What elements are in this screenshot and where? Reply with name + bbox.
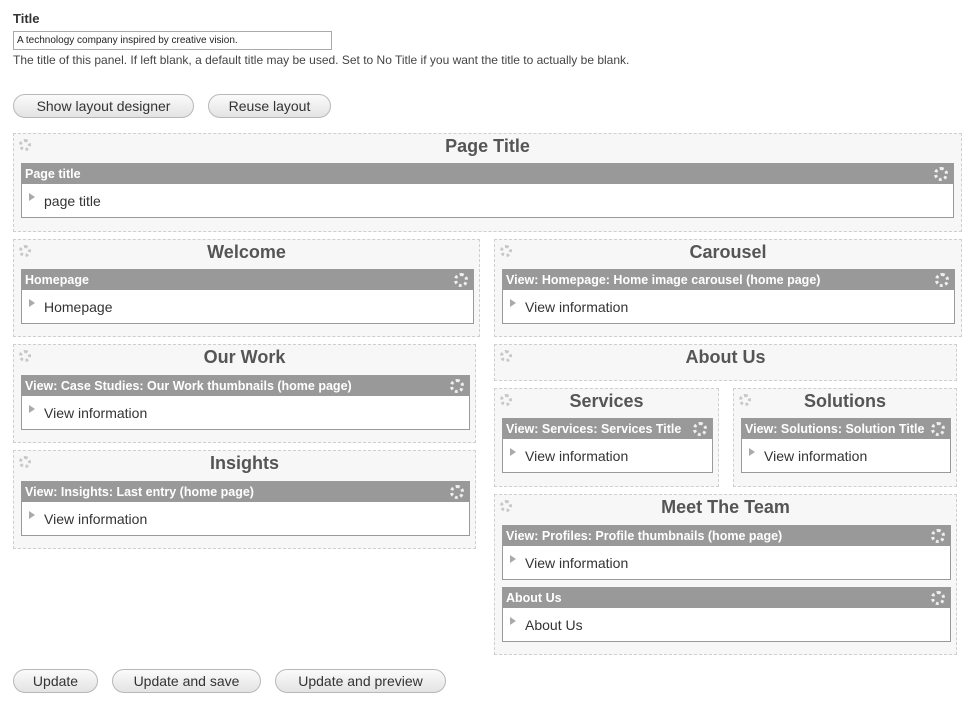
pane-body-text: View information <box>764 448 868 464</box>
region-insights: Insights View: Insights: Last entry (hom… <box>13 450 476 549</box>
reuse-layout-button[interactable]: Reuse layout <box>208 94 331 118</box>
title-label: Title <box>13 11 40 26</box>
pane-header: View: Services: Services Title <box>503 419 712 439</box>
pane-profiles-view: View: Profiles: Profile thumbnails (home… <box>502 525 951 580</box>
region-gear-icon[interactable] <box>19 245 31 257</box>
region-gear-icon[interactable] <box>500 394 512 406</box>
region-our-work: Our Work View: Case Studies: Our Work th… <box>13 344 476 443</box>
region-carousel: Carousel View: Homepage: Home image caro… <box>494 239 962 337</box>
region-gear-icon[interactable] <box>19 456 31 468</box>
region-title: Solutions <box>804 391 886 411</box>
update-and-preview-button[interactable]: Update and preview <box>275 669 446 693</box>
pane-body-text: View information <box>44 511 148 527</box>
pane-gear-icon[interactable] <box>450 379 464 393</box>
pane-page-title: Page title page title <box>21 163 954 218</box>
expand-arrow-icon[interactable] <box>510 617 516 625</box>
pane-header: View: Solutions: Solution Title <box>742 419 950 439</box>
expand-arrow-icon[interactable] <box>510 448 516 456</box>
expand-arrow-icon[interactable] <box>29 193 35 201</box>
update-and-save-button[interactable]: Update and save <box>112 669 261 693</box>
region-meet-the-team: Meet The Team View: Profiles: Profile th… <box>494 494 957 655</box>
pane-gear-icon[interactable] <box>931 591 945 605</box>
pane-about-us: About Us About Us <box>502 587 951 642</box>
expand-arrow-icon[interactable] <box>29 299 35 307</box>
pane-header-label: View: Profiles: Profile thumbnails (home… <box>506 529 783 543</box>
pane-body: page title <box>22 184 953 216</box>
region-title: Carousel <box>689 242 767 262</box>
pane-body: View information <box>503 439 712 471</box>
region-title: Meet The Team <box>661 497 790 517</box>
expand-arrow-icon[interactable] <box>510 555 516 563</box>
pane-services-view: View: Services: Services Title View info… <box>502 418 713 473</box>
pane-insights-view: View: Insights: Last entry (home page) V… <box>21 481 470 536</box>
region-title: Page Title <box>445 136 530 156</box>
region-gear-icon[interactable] <box>500 350 512 362</box>
title-input[interactable] <box>13 31 332 50</box>
pane-header-label: Homepage <box>25 273 89 287</box>
pane-body: View information <box>503 546 950 578</box>
region-title: Our Work <box>203 347 286 367</box>
pane-body-text: page title <box>44 193 101 209</box>
pane-body: Homepage <box>22 290 473 322</box>
pane-body-text: About Us <box>525 617 583 633</box>
pane-gear-icon[interactable] <box>454 273 468 287</box>
title-help-text: The title of this panel. If left blank, … <box>13 53 630 67</box>
pane-header: Homepage <box>22 270 473 290</box>
pane-header-label: View: Solutions: Solution Title <box>745 422 925 436</box>
pane-header: View: Homepage: Home image carousel (hom… <box>503 270 954 290</box>
pane-body: About Us <box>503 608 950 640</box>
pane-body: View information <box>22 396 469 428</box>
region-title: Services <box>569 391 644 411</box>
pane-body-text: View information <box>525 299 629 315</box>
pane-homepage: Homepage Homepage <box>21 269 474 324</box>
region-title: Welcome <box>207 242 286 262</box>
update-button[interactable]: Update <box>13 669 98 693</box>
pane-header-label: View: Insights: Last entry (home page) <box>25 485 254 499</box>
expand-arrow-icon[interactable] <box>749 448 755 456</box>
pane-body-text: View information <box>44 405 148 421</box>
region-welcome: Welcome Homepage Homepage <box>13 239 480 337</box>
region-gear-icon[interactable] <box>739 394 751 406</box>
region-services: Services View: Services: Services Title … <box>494 388 719 487</box>
expand-arrow-icon[interactable] <box>510 299 516 307</box>
pane-body: View information <box>503 290 954 322</box>
pane-gear-icon[interactable] <box>934 167 948 181</box>
pane-body-text: View information <box>525 555 629 571</box>
region-title: About Us <box>685 347 766 367</box>
region-title: Insights <box>209 453 279 473</box>
pane-header-label: View: Homepage: Home image carousel (hom… <box>506 273 821 287</box>
pane-body: View information <box>22 502 469 534</box>
pane-carousel-view: View: Homepage: Home image carousel (hom… <box>502 269 955 324</box>
region-solutions: Solutions View: Solutions: Solution Titl… <box>733 388 957 487</box>
pane-header: Page title <box>22 164 953 184</box>
region-page-title: Page Title Page title page title <box>13 133 962 232</box>
region-about-us: About Us <box>494 344 957 381</box>
pane-header-label: About Us <box>506 591 562 605</box>
pane-our-work-view: View: Case Studies: Our Work thumbnails … <box>21 375 470 430</box>
pane-gear-icon[interactable] <box>450 485 464 499</box>
region-gear-icon[interactable] <box>500 245 512 257</box>
pane-gear-icon[interactable] <box>931 422 945 436</box>
pane-gear-icon[interactable] <box>931 529 945 543</box>
pane-body-text: Homepage <box>44 299 113 315</box>
region-gear-icon[interactable] <box>19 350 31 362</box>
pane-header-label: View: Case Studies: Our Work thumbnails … <box>25 379 352 393</box>
pane-header: View: Profiles: Profile thumbnails (home… <box>503 526 950 546</box>
pane-header: View: Case Studies: Our Work thumbnails … <box>22 376 469 396</box>
pane-body: View information <box>742 439 950 471</box>
pane-header: About Us <box>503 588 950 608</box>
pane-gear-icon[interactable] <box>693 422 707 436</box>
pane-header-label: Page title <box>25 167 81 181</box>
show-layout-designer-button[interactable]: Show layout designer <box>13 94 194 118</box>
pane-header-label: View: Services: Services Title <box>506 422 682 436</box>
expand-arrow-icon[interactable] <box>29 511 35 519</box>
region-gear-icon[interactable] <box>19 139 31 151</box>
pane-body-text: View information <box>525 448 629 464</box>
pane-gear-icon[interactable] <box>935 273 949 287</box>
pane-solutions-view: View: Solutions: Solution Title View inf… <box>741 418 951 473</box>
region-gear-icon[interactable] <box>500 500 512 512</box>
pane-header: View: Insights: Last entry (home page) <box>22 482 469 502</box>
expand-arrow-icon[interactable] <box>29 405 35 413</box>
